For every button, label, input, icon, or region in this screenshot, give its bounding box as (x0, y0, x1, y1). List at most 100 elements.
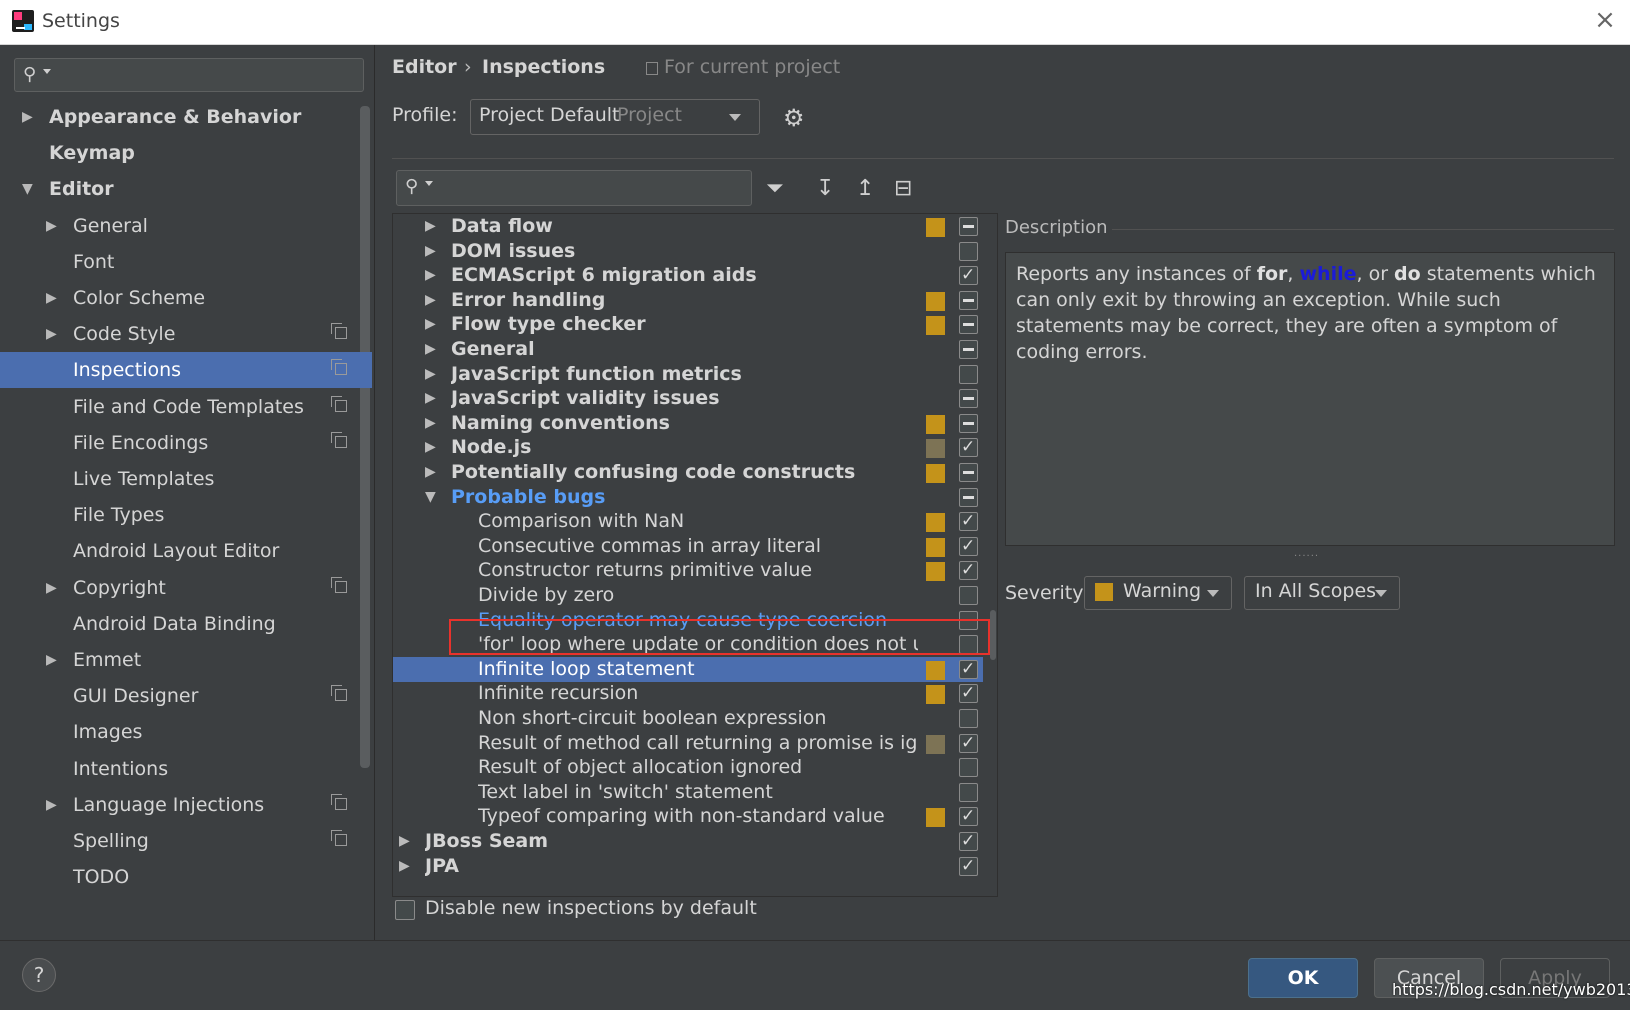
inspection-enabled-checkbox[interactable] (959, 389, 978, 408)
collapsed-arrow-icon[interactable]: ▶ (46, 642, 57, 678)
inspection-enabled-checkbox[interactable] (959, 558, 978, 583)
collapsed-arrow-icon[interactable]: ▶ (46, 570, 57, 606)
sidebar-item-appearance-behavior[interactable]: ▶ Appearance & Behavior (0, 99, 372, 135)
tree-row[interactable]: ▶ JPA (393, 854, 983, 879)
sidebar-item-file-and-code-templates[interactable]: File and Code Templates (0, 389, 372, 425)
ok-button[interactable]: OK (1248, 958, 1358, 998)
collapsed-arrow-icon[interactable]: ▶ (399, 829, 410, 854)
inspection-enabled-checkbox[interactable] (959, 586, 978, 605)
settings-search-input[interactable]: ⚲ (14, 58, 364, 92)
tree-row[interactable]: Infinite loop statement (393, 657, 983, 682)
tree-row[interactable]: Result of object allocation ignored (393, 755, 983, 780)
reset-icon[interactable]: ⊟ (894, 176, 912, 201)
sidebar-item-file-encodings[interactable]: File Encodings (0, 425, 372, 461)
tree-row[interactable]: ▶ Naming conventions (393, 411, 983, 436)
sidebar-item-file-types[interactable]: File Types (0, 497, 372, 533)
inspection-enabled-checkbox[interactable] (959, 829, 978, 854)
breadcrumb-editor[interactable]: Editor (392, 56, 457, 78)
expanded-arrow-icon[interactable]: ▼ (425, 485, 436, 510)
tree-row[interactable]: Constructor returns primitive value (393, 558, 983, 583)
inspection-enabled-checkbox[interactable] (959, 681, 978, 706)
sidebar-item-spelling[interactable]: Spelling (0, 823, 372, 859)
tree-row[interactable]: ▶ General (393, 337, 983, 362)
expand-all-icon[interactable]: ↧ (816, 176, 834, 201)
inspection-enabled-checkbox[interactable] (959, 758, 978, 777)
collapsed-arrow-icon[interactable]: ▶ (46, 208, 57, 244)
disable-new-inspections-label[interactable]: Disable new inspections by default (425, 897, 757, 919)
tree-row[interactable]: ▶ Error handling (393, 288, 983, 313)
sidebar-item-intentions[interactable]: Intentions (0, 751, 372, 787)
sidebar-item-color-scheme[interactable]: ▶ Color Scheme (0, 280, 372, 316)
tree-row[interactable]: Consecutive commas in array literal (393, 534, 983, 559)
help-button[interactable]: ? (22, 958, 56, 992)
tree-row[interactable]: Non short-circuit boolean expression (393, 706, 983, 731)
collapsed-arrow-icon[interactable]: ▶ (425, 239, 436, 264)
inspection-enabled-checkbox[interactable] (959, 534, 978, 559)
severity-dropdown[interactable]: Warning (1084, 576, 1232, 610)
sidebar-item-font[interactable]: Font (0, 244, 372, 280)
collapsed-arrow-icon[interactable]: ▶ (46, 316, 57, 352)
sidebar-item-copyright[interactable]: ▶ Copyright (0, 570, 372, 606)
collapsed-arrow-icon[interactable]: ▶ (425, 337, 436, 362)
tree-row[interactable]: ▶ JavaScript validity issues (393, 386, 983, 411)
inspection-enabled-checkbox[interactable] (959, 709, 978, 728)
collapsed-arrow-icon[interactable]: ▶ (399, 854, 410, 879)
tree-row[interactable]: Result of method call returning a promis… (393, 731, 983, 756)
inspection-enabled-checkbox[interactable] (959, 263, 978, 288)
tree-scrollbar[interactable] (990, 610, 996, 660)
collapsed-arrow-icon[interactable]: ▶ (46, 787, 57, 823)
sidebar-item-inspections[interactable]: Inspections (0, 352, 372, 388)
scope-dropdown[interactable]: In All Scopes (1244, 576, 1400, 610)
tree-row[interactable]: ▼ Probable bugs (393, 485, 983, 510)
tree-row[interactable]: ▶ JavaScript function metrics (393, 362, 983, 387)
sidebar-item-android-layout-editor[interactable]: Android Layout Editor (0, 533, 372, 569)
filter-icon[interactable]: ⏷ (766, 176, 784, 201)
collapsed-arrow-icon[interactable]: ▶ (46, 280, 57, 316)
sidebar-item-language-injections[interactable]: ▶ Language Injections (0, 787, 372, 823)
profile-dropdown[interactable]: Project Default Project (470, 99, 760, 135)
collapsed-arrow-icon[interactable]: ▶ (425, 312, 436, 337)
tree-row[interactable]: ▶ Flow type checker (393, 312, 983, 337)
sidebar-item-todo[interactable]: TODO (0, 859, 372, 895)
collapse-all-icon[interactable]: ↥ (856, 176, 874, 201)
expanded-arrow-icon[interactable]: ▼ (22, 171, 33, 207)
search-options-icon[interactable] (425, 181, 433, 186)
tree-row[interactable]: ▶ Potentially confusing code constructs (393, 460, 983, 485)
close-button[interactable]: × (1592, 7, 1618, 34)
sidebar-item-keymap[interactable]: Keymap (0, 135, 372, 171)
tree-row[interactable]: Typeof comparing with non-standard value (393, 804, 983, 829)
tree-row[interactable]: Divide by zero (393, 583, 983, 608)
inspection-enabled-checkbox[interactable] (959, 291, 978, 310)
tree-row[interactable]: ▶ ECMAScript 6 migration aids (393, 263, 983, 288)
inspection-enabled-checkbox[interactable] (959, 315, 978, 334)
tree-row[interactable]: ▶ JBoss Seam (393, 829, 983, 854)
collapsed-arrow-icon[interactable]: ▶ (425, 411, 436, 436)
splitter-grip[interactable]: ...... (1294, 548, 1319, 559)
inspection-enabled-checkbox[interactable] (959, 340, 978, 359)
tree-row[interactable]: ▶ DOM issues (393, 239, 983, 264)
sidebar-item-android-data-binding[interactable]: Android Data Binding (0, 606, 372, 642)
inspection-enabled-checkbox[interactable] (959, 242, 978, 261)
tree-row[interactable]: Comparison with NaN (393, 509, 983, 534)
collapsed-arrow-icon[interactable]: ▶ (425, 288, 436, 313)
collapsed-arrow-icon[interactable]: ▶ (425, 362, 436, 387)
inspection-enabled-checkbox[interactable] (959, 731, 978, 756)
tree-row[interactable]: ▶ Data flow (393, 214, 983, 239)
collapsed-arrow-icon[interactable]: ▶ (425, 386, 436, 411)
inspection-enabled-checkbox[interactable] (959, 804, 978, 829)
collapsed-arrow-icon[interactable]: ▶ (425, 263, 436, 288)
inspection-enabled-checkbox[interactable] (959, 783, 978, 802)
collapsed-arrow-icon[interactable]: ▶ (425, 460, 436, 485)
gear-icon[interactable]: ⚙ (783, 104, 805, 132)
sidebar-item-images[interactable]: Images (0, 714, 372, 750)
tree-row[interactable]: Text label in 'switch' statement (393, 780, 983, 805)
tree-row[interactable]: Infinite recursion (393, 681, 983, 706)
inspection-enabled-checkbox[interactable] (959, 435, 978, 460)
collapsed-arrow-icon[interactable]: ▶ (22, 99, 33, 135)
inspection-enabled-checkbox[interactable] (959, 217, 978, 236)
collapsed-arrow-icon[interactable]: ▶ (425, 214, 436, 239)
disable-new-inspections-checkbox[interactable] (395, 900, 415, 920)
inspection-search-input[interactable]: ⚲ (396, 170, 752, 206)
sidebar-item-editor[interactable]: ▼ Editor (0, 171, 372, 207)
tree-row[interactable]: ▶ Node.js (393, 435, 983, 460)
